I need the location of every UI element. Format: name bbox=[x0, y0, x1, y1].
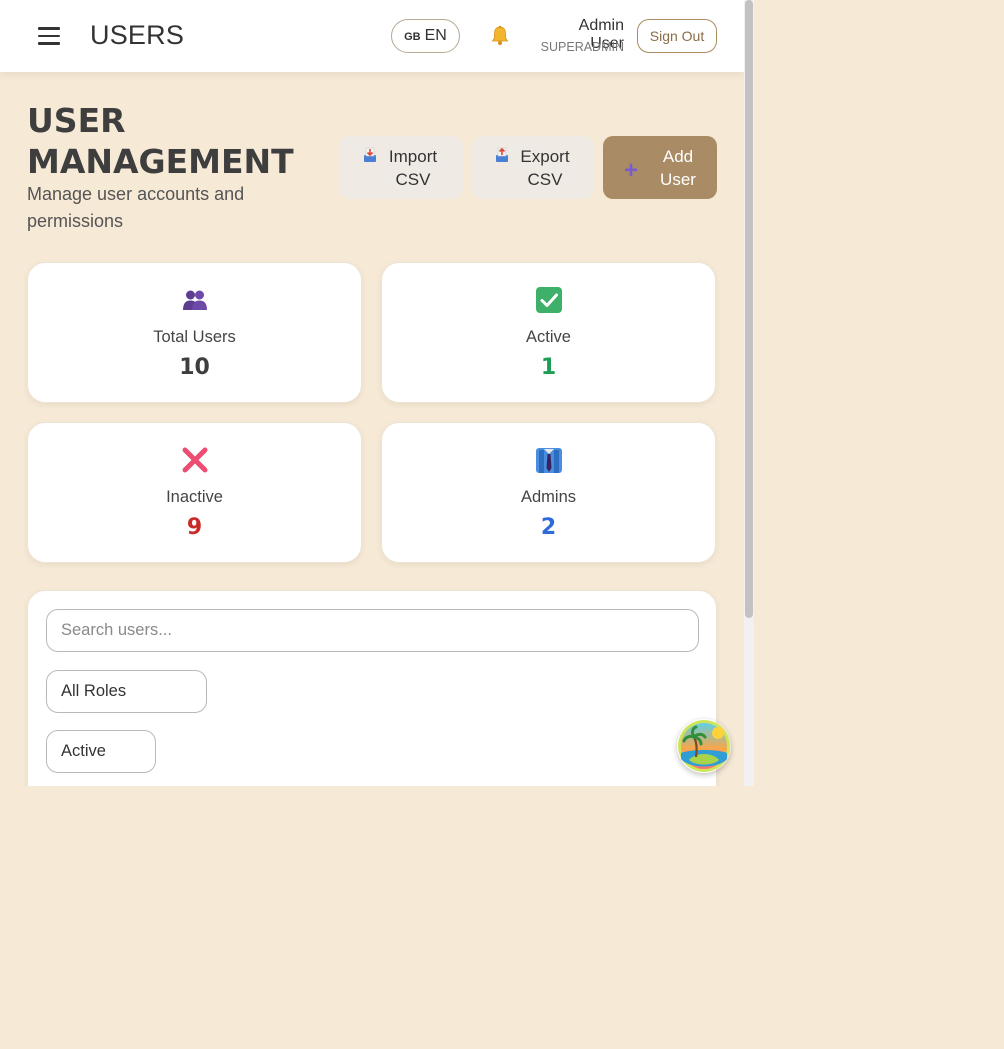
stat-card-active: Active 1 bbox=[381, 262, 716, 403]
role-filter-select[interactable]: All Roles bbox=[46, 670, 207, 713]
suit-tie-icon bbox=[536, 448, 562, 473]
stat-value: 10 bbox=[179, 355, 210, 380]
filters-panel: All Roles Active bbox=[27, 590, 717, 786]
bell-icon[interactable] bbox=[488, 24, 512, 48]
outbox-tray-icon bbox=[496, 147, 508, 162]
export-csv-button[interactable]: Export CSV bbox=[472, 136, 594, 199]
stat-label: Active bbox=[526, 328, 571, 346]
stat-card-admins: Admins 2 bbox=[381, 422, 716, 563]
add-user-label: Add User bbox=[660, 146, 696, 189]
stat-label: Admins bbox=[520, 488, 577, 506]
stat-value: 1 bbox=[540, 355, 557, 380]
export-csv-label: Export CSV bbox=[520, 146, 570, 189]
stat-value: 2 bbox=[540, 515, 557, 540]
island-theme-icon[interactable] bbox=[677, 719, 731, 773]
top-bar: USERS GB EN Admin User SUPERADMIN Sign O… bbox=[0, 0, 744, 72]
user-role: SUPERADMIN bbox=[540, 40, 624, 54]
header-title: USERS bbox=[90, 20, 185, 50]
hamburger-menu-icon[interactable] bbox=[38, 27, 60, 45]
import-csv-label: Import CSV bbox=[388, 146, 438, 189]
add-user-button[interactable]: + Add User bbox=[603, 136, 717, 199]
users-icon bbox=[183, 290, 207, 310]
flag-gb-icon: GB bbox=[404, 31, 421, 43]
page-subtitle: Manage user accounts and permissions bbox=[27, 184, 245, 231]
check-box-icon bbox=[536, 287, 562, 313]
stat-card-total-users: Total Users 10 bbox=[27, 262, 362, 403]
import-csv-button[interactable]: Import CSV bbox=[339, 136, 463, 199]
inbox-tray-icon bbox=[364, 147, 376, 162]
stat-value: 9 bbox=[186, 515, 203, 540]
stat-label: Total Users bbox=[153, 328, 236, 346]
page-title: USER MANAGEMENT bbox=[27, 101, 294, 181]
status-filter-select[interactable]: Active bbox=[46, 730, 156, 773]
stat-card-inactive: Inactive 9 bbox=[27, 422, 362, 563]
search-input[interactable] bbox=[46, 609, 699, 652]
app-viewport: USERS GB EN Admin User SUPERADMIN Sign O… bbox=[0, 0, 754, 786]
scrollbar-thumb[interactable] bbox=[745, 0, 753, 618]
plus-icon: + bbox=[623, 156, 638, 184]
sign-out-button[interactable]: Sign Out bbox=[637, 19, 717, 53]
stat-label: Inactive bbox=[166, 488, 223, 506]
cross-icon bbox=[182, 447, 208, 473]
language-code: EN bbox=[424, 27, 447, 44]
language-selector-button[interactable]: GB EN bbox=[391, 19, 460, 53]
